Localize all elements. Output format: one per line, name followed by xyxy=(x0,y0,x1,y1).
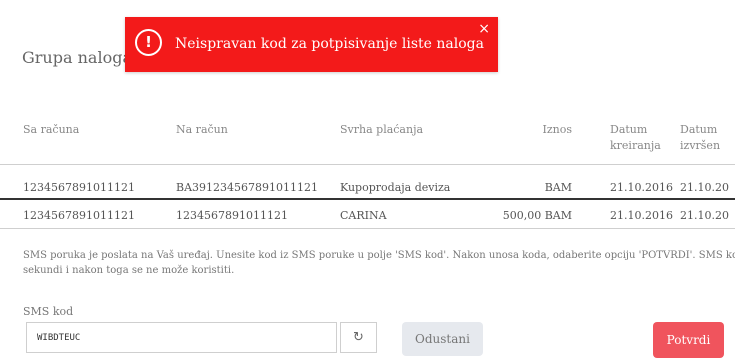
sms-code-label: SMS kod xyxy=(23,305,74,318)
header-purpose: Svrha plaćanja xyxy=(340,123,424,136)
refresh-code-button[interactable]: ↻ xyxy=(340,322,377,353)
header-executed-line2: izvršen xyxy=(680,139,721,152)
sms-info-text: SMS poruka je poslata na Vaš uređaj. Une… xyxy=(23,248,735,278)
orders-table: Sa računa Na račun Svrha plaćanja Iznos … xyxy=(0,118,735,229)
header-executed-line1: Datum xyxy=(680,123,718,136)
cell-executed-date: 21.10.20 xyxy=(680,209,729,222)
error-message: Neispravan kod za potpisivanje liste nal… xyxy=(175,36,484,52)
table-row[interactable]: 1234567891011121 1234567891011121 CARINA… xyxy=(0,204,735,228)
exclamation-circle-icon: ! xyxy=(135,29,162,56)
page: Grupa naloga z ! Neispravan kod za potpi… xyxy=(0,0,735,361)
cell-created-date: 21.10.2016 xyxy=(610,209,673,222)
sms-info-line1: SMS poruka je poslata na Vaš uređaj. Une… xyxy=(23,250,735,261)
cell-amount: BAM xyxy=(544,181,572,194)
error-toast: ! Neispravan kod za potpisivanje liste n… xyxy=(125,17,498,72)
cell-purpose: Kupoprodaja deviza xyxy=(340,181,451,194)
row-divider xyxy=(0,198,735,200)
header-executed-date: Datum izvršen xyxy=(680,122,720,154)
sms-info-line2: sekundi i nakon toga se ne može koristit… xyxy=(23,265,235,276)
cell-from-account: 1234567891011121 xyxy=(23,209,135,222)
close-icon[interactable]: × xyxy=(478,21,490,37)
header-to-account: Na račun xyxy=(176,123,228,136)
sms-code-input[interactable] xyxy=(26,322,337,353)
header-from-account: Sa računa xyxy=(23,123,80,136)
header-created-date: Datum kreiranja xyxy=(610,122,661,154)
cell-amount: 500,00 BAM xyxy=(502,209,572,222)
cancel-button[interactable]: Odustani xyxy=(402,322,483,356)
header-created-line2: kreiranja xyxy=(610,139,661,152)
table-row[interactable]: 1234567891011121 BA391234567891011121 Ku… xyxy=(0,176,735,200)
cell-purpose: CARINA xyxy=(340,209,387,222)
refresh-icon: ↻ xyxy=(353,330,364,345)
cell-from-account: 1234567891011121 xyxy=(23,181,135,194)
cell-to-account: BA391234567891011121 xyxy=(176,181,319,194)
row-divider xyxy=(0,228,735,229)
cell-executed-date: 21.10.20 xyxy=(680,181,729,194)
cell-created-date: 21.10.2016 xyxy=(610,181,673,194)
cell-to-account: 1234567891011121 xyxy=(176,209,288,222)
header-divider xyxy=(0,164,735,165)
table-header: Sa računa Na račun Svrha plaćanja Iznos … xyxy=(0,118,735,164)
header-amount: Iznos xyxy=(542,123,573,136)
header-created-line1: Datum xyxy=(610,123,648,136)
confirm-button[interactable]: Potvrdi xyxy=(653,322,724,358)
